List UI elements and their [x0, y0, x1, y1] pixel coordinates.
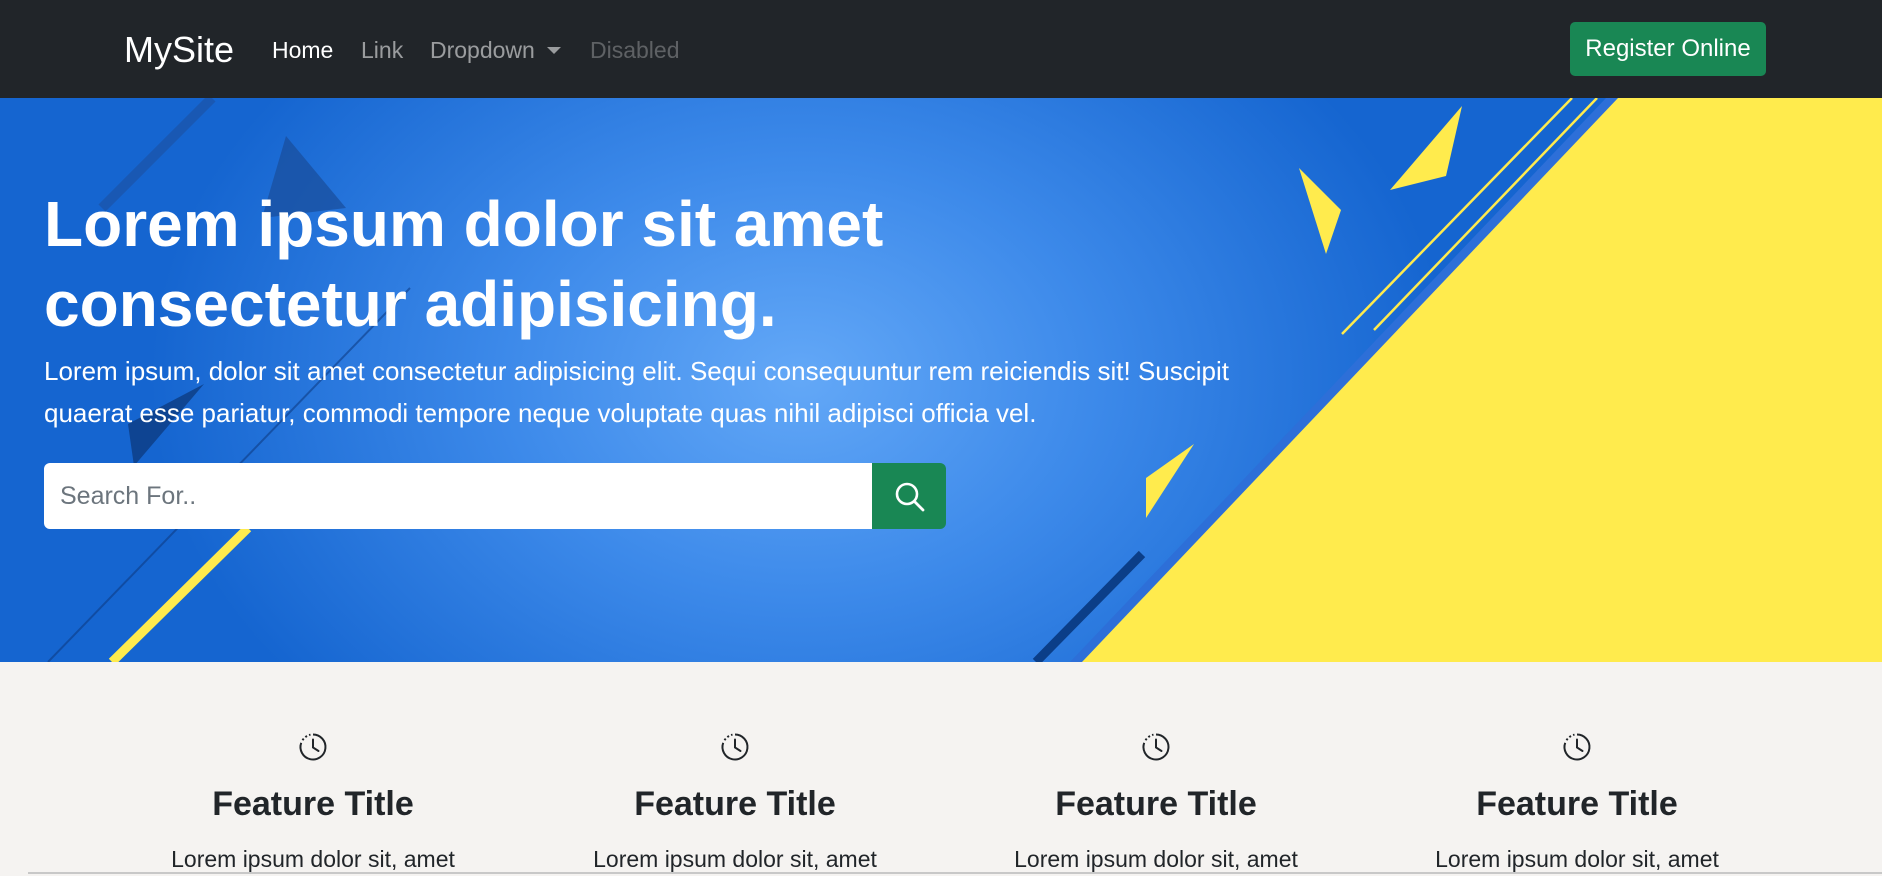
search-button[interactable]	[872, 463, 946, 529]
nav-link-disabled: Disabled	[590, 37, 680, 63]
hero-banner: Lorem ipsum dolor sit amet consectetur a…	[0, 98, 1882, 662]
features-section: Feature Title Lorem ipsum dolor sit, ame…	[0, 662, 1882, 876]
nav-link-link[interactable]: Link	[361, 34, 403, 66]
feature-text: Lorem ipsum dolor sit, amet	[1014, 846, 1298, 872]
feature-text: Lorem ipsum dolor sit, amet	[593, 846, 877, 872]
nav-link-home[interactable]: Home	[272, 34, 333, 66]
clock-icon	[299, 733, 327, 761]
clock-icon	[1563, 733, 1591, 761]
feature-title: Feature Title	[1055, 785, 1257, 823]
hero-lead-text: Lorem ipsum, dolor sit amet consectetur …	[44, 356, 1229, 428]
feature-title: Feature Title	[1476, 785, 1678, 823]
bottom-divider	[28, 872, 1882, 874]
register-online-button[interactable]: Register Online	[1570, 22, 1766, 76]
caret-down-icon	[546, 47, 561, 54]
search-icon	[895, 482, 925, 512]
search-input[interactable]	[44, 463, 872, 529]
feature-text: Lorem ipsum dolor sit, amet	[171, 846, 455, 872]
hero-title: Lorem ipsum dolor sit amet consectetur a…	[44, 188, 884, 340]
feature-title: Feature Title	[634, 785, 836, 823]
brand-logo[interactable]: MySite	[124, 28, 234, 72]
nav-dropdown-label: Dropdown	[430, 37, 535, 63]
feature-text: Lorem ipsum dolor sit, amet	[1435, 846, 1719, 872]
feature-title: Feature Title	[212, 785, 414, 823]
clock-icon	[1142, 733, 1170, 761]
clock-icon	[721, 733, 749, 761]
navbar: MySite Home Link Dropdown Disabled Regis…	[0, 0, 1882, 98]
nav-dropdown[interactable]: Dropdown	[430, 34, 561, 66]
